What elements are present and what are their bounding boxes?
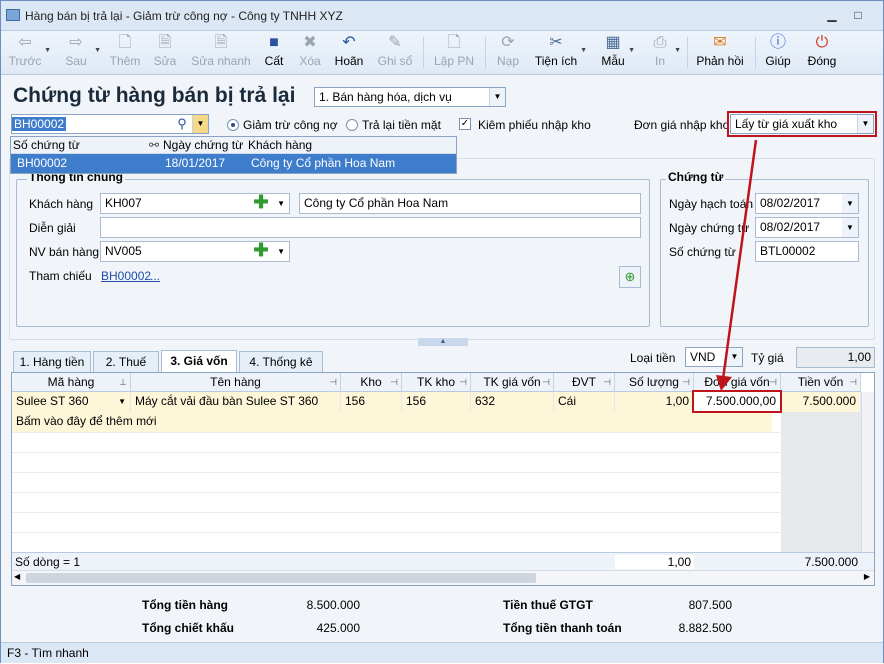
vat-label: Tiền thuế GTGT xyxy=(503,598,593,612)
vat-value: 807.500 xyxy=(688,598,732,612)
total-goods-value: 8.500.000 xyxy=(306,598,360,612)
total-payment-value: 8.882.500 xyxy=(678,621,732,635)
total-discount-value: 425.000 xyxy=(316,621,360,635)
app-window: Hàng bán bị trả lại - Giảm trừ công nợ -… xyxy=(0,0,884,663)
status-bar: F3 - Tìm nhanh xyxy=(1,642,883,663)
total-discount-label: Tổng chiết khấu xyxy=(142,621,235,635)
total-goods-label: Tổng tiền hàng xyxy=(142,598,228,612)
total-payment-label: Tổng tiền thanh toán xyxy=(503,621,622,635)
annotation-arrow xyxy=(716,139,758,391)
